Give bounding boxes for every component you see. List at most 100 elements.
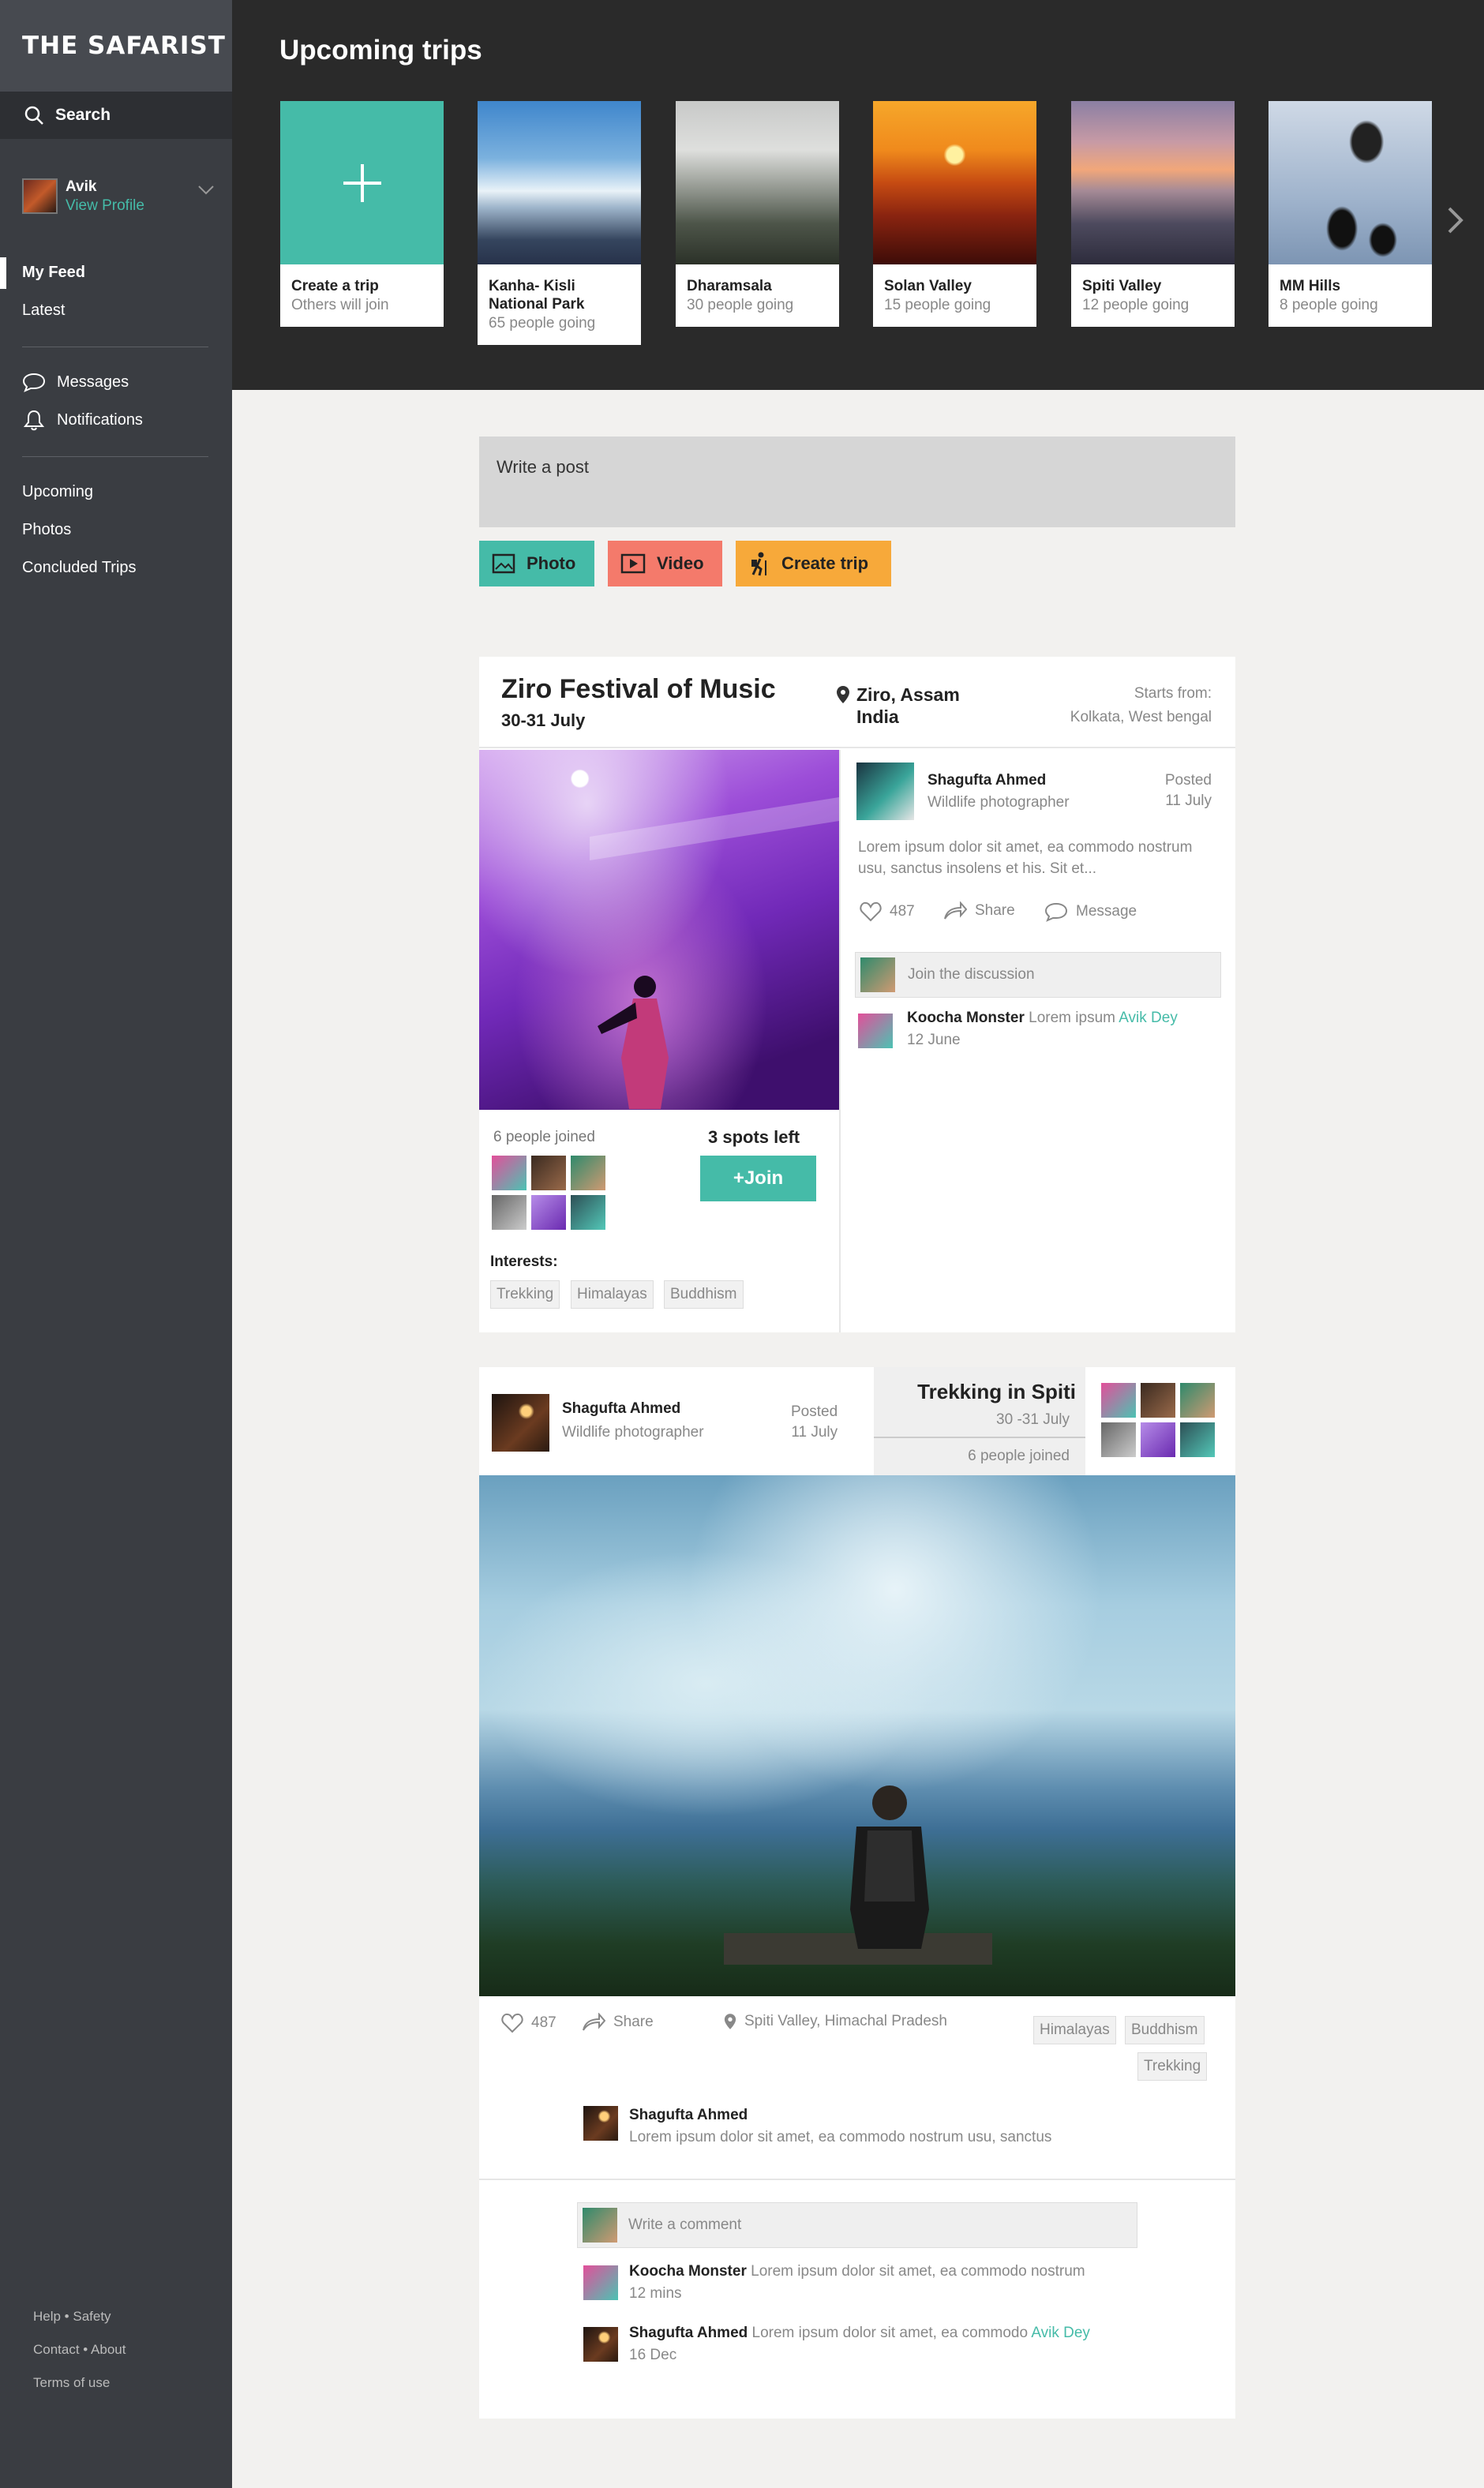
nav-notifications[interactable]: Notifications <box>22 401 232 439</box>
trip-title[interactable]: Trekking in Spiti <box>917 1380 1076 1404</box>
comment-author[interactable]: Koocha Monster <box>629 2263 747 2280</box>
joined-count: 6 people joined <box>968 1448 1070 1464</box>
comment-author[interactable]: Koocha Monster <box>907 1010 1025 1026</box>
footer-contact-about[interactable]: Contact • About <box>33 2342 126 2358</box>
trip-card[interactable]: Solan Valley 15 people going <box>873 101 1036 327</box>
nav-concluded-trips[interactable]: Concluded Trips <box>22 549 232 586</box>
avatar[interactable] <box>492 1394 549 1452</box>
avatar[interactable] <box>571 1156 605 1190</box>
trip-card[interactable]: Dharamsala 30 people going <box>676 101 839 327</box>
avatar[interactable] <box>1180 1383 1215 1418</box>
avatar[interactable] <box>583 2265 618 2300</box>
trip-name: Dharamsala <box>687 278 772 294</box>
nav-messages[interactable]: Messages <box>22 363 232 401</box>
avatar[interactable] <box>492 1195 527 1230</box>
nav-my-feed[interactable]: My Feed <box>0 253 232 291</box>
nav-primary: My Feed Latest <box>0 253 232 329</box>
search-button[interactable]: Search <box>0 92 232 139</box>
brand-logo[interactable]: THE SAFARIST <box>0 0 232 92</box>
like-button[interactable]: 487 <box>501 2013 556 2033</box>
posted-date: Posted 11 July <box>791 1403 838 1441</box>
chevron-right-icon[interactable] <box>1446 205 1465 235</box>
join-button[interactable]: +Join <box>700 1156 816 1201</box>
chat-bubble-icon <box>22 373 46 392</box>
avatar[interactable] <box>531 1195 566 1230</box>
avatar[interactable] <box>858 1014 893 1048</box>
avatar[interactable] <box>583 2327 618 2362</box>
avatar[interactable] <box>492 1156 527 1190</box>
linked-trip[interactable]: Trekking in Spiti 30 -31 July 6 people j… <box>874 1367 1085 1475</box>
share-button[interactable]: Share <box>582 2013 654 2032</box>
comment-input[interactable]: Write a comment <box>577 2202 1137 2248</box>
comment: Koocha Monster Lorem ipsum dolor sit ame… <box>629 2261 1213 2305</box>
comment-author[interactable]: Shagufta Ahmed <box>629 2325 748 2341</box>
trip-photo[interactable] <box>479 750 839 1110</box>
comment-text: Lorem ipsum dolor sit amet, ea commodo <box>751 2325 1029 2341</box>
mention-link[interactable]: Avik Dey <box>1031 2325 1090 2341</box>
trip-image <box>478 101 641 264</box>
interest-tag[interactable]: Buddhism <box>1125 2016 1205 2044</box>
interest-tag[interactable]: Trekking <box>1137 2052 1208 2081</box>
post-location[interactable]: Spiti Valley, Himachal Pradesh <box>724 2013 947 2030</box>
avatar[interactable] <box>1180 1422 1215 1457</box>
create-trip-button[interactable]: Create trip <box>736 541 891 586</box>
trip-sub: 8 people going <box>1280 297 1378 313</box>
nav-latest[interactable]: Latest <box>22 291 232 329</box>
profile-menu[interactable]: Avik View Profile <box>0 139 232 253</box>
spots-left: 3 spots left <box>708 1127 800 1147</box>
message-button[interactable]: Message <box>1044 901 1137 922</box>
interest-tag[interactable]: Himalayas <box>571 1280 654 1309</box>
trip-card[interactable]: Kanha- Kisli National Park 65 people goi… <box>478 101 641 345</box>
trip-sub: Others will join <box>291 297 389 313</box>
avatar[interactable] <box>856 763 914 820</box>
post-composer[interactable]: Write a post <box>479 437 1235 527</box>
trip-image <box>676 101 839 264</box>
avatar[interactable] <box>583 2106 618 2141</box>
footer-terms[interactable]: Terms of use <box>33 2375 126 2391</box>
trip-date: 30-31 July <box>501 710 586 730</box>
avatar <box>22 178 58 214</box>
mention-link[interactable]: Avik Dey <box>1119 1010 1178 1026</box>
comment-date: 16 Dec <box>629 2347 677 2363</box>
view-profile-link[interactable]: View Profile <box>66 197 144 215</box>
chevron-down-icon[interactable] <box>197 185 215 196</box>
avatar[interactable] <box>1141 1383 1175 1418</box>
interest-tag[interactable]: Trekking <box>490 1280 560 1309</box>
video-button[interactable]: Video <box>608 541 722 586</box>
location-pin-icon <box>837 686 849 703</box>
trip-title[interactable]: Ziro Festival of Music <box>501 674 776 705</box>
interest-tag[interactable]: Buddhism <box>664 1280 744 1309</box>
footer-help-safety[interactable]: Help • Safety <box>33 2309 126 2325</box>
post-caption: Shagufta Ahmed Lorem ipsum dolor sit ame… <box>629 2104 1182 2149</box>
interest-tag[interactable]: Himalayas <box>1033 2016 1116 2044</box>
trip-sub: 30 people going <box>687 297 794 313</box>
caption-text: Lorem ipsum dolor sit amet, ea commodo n… <box>629 2129 1052 2145</box>
avatar <box>583 2208 617 2243</box>
nav-photos[interactable]: Photos <box>22 511 232 549</box>
interests-label: Interests: <box>490 1253 558 1270</box>
caption-author[interactable]: Shagufta Ahmed <box>629 2107 748 2123</box>
divider <box>874 1437 1085 1438</box>
like-button[interactable]: 487 <box>860 901 915 922</box>
trip-name: MM Hills <box>1280 278 1341 294</box>
trip-card[interactable]: MM Hills 8 people going <box>1269 101 1432 327</box>
trip-location: Ziro, Assam India <box>837 684 960 728</box>
video-play-icon <box>620 553 646 574</box>
trip-card-create[interactable]: Create a trip Others will join <box>280 101 444 327</box>
avatar[interactable] <box>1141 1422 1175 1457</box>
avatar[interactable] <box>531 1156 566 1190</box>
poster-name[interactable]: Shagufta Ahmed <box>928 772 1046 789</box>
nav-upcoming[interactable]: Upcoming <box>22 473 232 511</box>
share-button[interactable]: Share <box>943 901 1015 920</box>
post-photo[interactable] <box>479 1475 1235 1996</box>
discussion-input[interactable]: Join the discussion <box>855 952 1221 998</box>
avatar[interactable] <box>571 1195 605 1230</box>
divider <box>22 456 208 457</box>
poster-name[interactable]: Shagufta Ahmed <box>562 1400 680 1418</box>
photo-button[interactable]: Photo <box>479 541 594 586</box>
chat-bubble-icon <box>1044 902 1068 922</box>
heart-icon <box>501 2013 523 2033</box>
trip-card[interactable]: Spiti Valley 12 people going <box>1071 101 1235 327</box>
avatar[interactable] <box>1101 1422 1136 1457</box>
avatar[interactable] <box>1101 1383 1136 1418</box>
